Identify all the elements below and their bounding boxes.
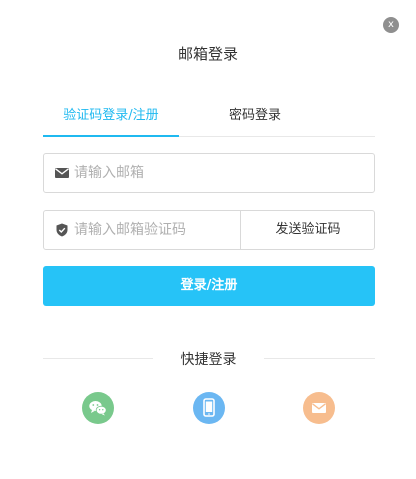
phone-icon <box>203 398 215 417</box>
shield-check-icon <box>56 223 68 237</box>
tab-code-login[interactable]: 验证码登录/注册 <box>43 98 179 137</box>
phone-login-button[interactable] <box>193 392 225 424</box>
verification-code-input[interactable] <box>74 211 234 249</box>
envelope-icon <box>55 168 69 178</box>
dialog-title: 邮箱登录 <box>177 45 238 63</box>
quick-login-title: 快捷登录 <box>180 352 237 368</box>
close-button[interactable]: x <box>383 17 399 33</box>
wechat-login-button[interactable] <box>82 392 114 424</box>
wechat-icon <box>89 401 107 416</box>
send-code-button[interactable]: 发送验证码 <box>240 211 375 249</box>
email-login-button[interactable] <box>303 392 335 424</box>
code-field-container: 发送验证码 <box>43 210 375 250</box>
email-field-container <box>43 153 375 193</box>
divider-right <box>264 358 375 359</box>
close-icon: x <box>388 19 394 30</box>
login-register-button[interactable]: 登录/注册 <box>43 266 375 306</box>
tab-password-login[interactable]: 密码登录 <box>195 98 315 135</box>
divider-left <box>43 358 153 359</box>
login-tabs: 验证码登录/注册 密码登录 <box>43 98 375 137</box>
email-input[interactable] <box>74 154 366 192</box>
email-icon <box>312 403 326 413</box>
